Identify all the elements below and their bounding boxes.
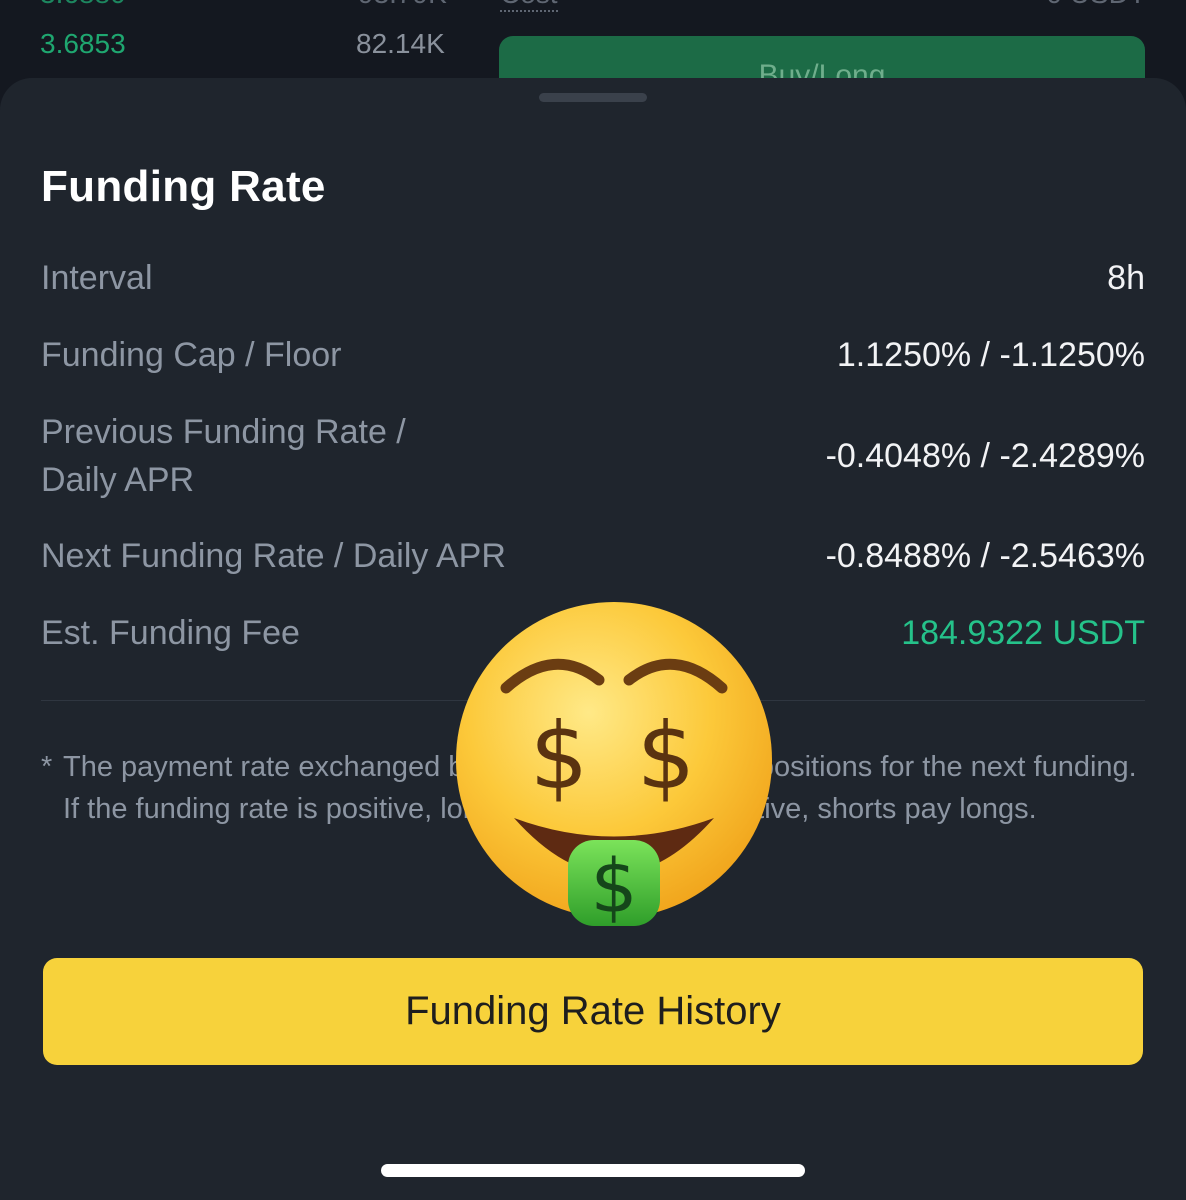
background-volume-partial: 93.79K [358,0,447,10]
svg-text:$: $ [637,703,696,810]
background-price-partial: 3.6880 [40,0,126,10]
sheet-grabber[interactable] [539,93,647,102]
next-funding-rate-row: Next Funding Rate / Daily APR -0.8488% /… [41,532,1145,580]
previous-funding-rate-row: Previous Funding Rate / Daily APR -0.404… [41,408,1145,506]
funding-cap-floor-row: Funding Cap / Floor 1.1250% / -1.1250% [41,331,1145,379]
background-cost-label: Cost [500,0,558,12]
interval-value: 8h [1107,259,1145,297]
interval-row: Interval 8h [41,254,1145,302]
previous-funding-rate-label-line2: Daily APR [41,461,195,499]
money-mouth-face-icon: $ $ $ [456,602,772,930]
interval-label: Interval [41,259,153,297]
home-indicator[interactable] [381,1164,805,1177]
funding-cap-floor-value: 1.1250% / -1.1250% [836,336,1145,374]
orderbook-price: 3.6853 [40,28,126,59]
svg-text:$: $ [530,703,589,810]
sheet-title: Funding Rate [41,162,326,211]
orderbook-volume: 82.14K [356,28,445,59]
funding-rate-history-button[interactable]: Funding Rate History [43,958,1143,1065]
est-funding-fee-label: Est. Funding Fee [41,614,300,652]
est-funding-fee-value: 184.9322 USDT [901,614,1145,652]
background-top-row: 3.6880 93.79K Cost 0 USDT [40,0,1146,12]
svg-text:$: $ [590,844,637,930]
previous-funding-rate-label: Previous Funding Rate / [41,413,406,451]
next-funding-rate-value: -0.8488% / -2.5463% [825,537,1145,575]
funding-cap-floor-label: Funding Cap / Floor [41,336,342,374]
previous-funding-rate-value: -0.4048% / -2.4289% [825,437,1145,475]
next-funding-rate-label: Next Funding Rate / Daily APR [41,537,506,575]
background-cost-value: 0 USDT [1046,0,1146,10]
note-asterisk: * [41,751,53,783]
